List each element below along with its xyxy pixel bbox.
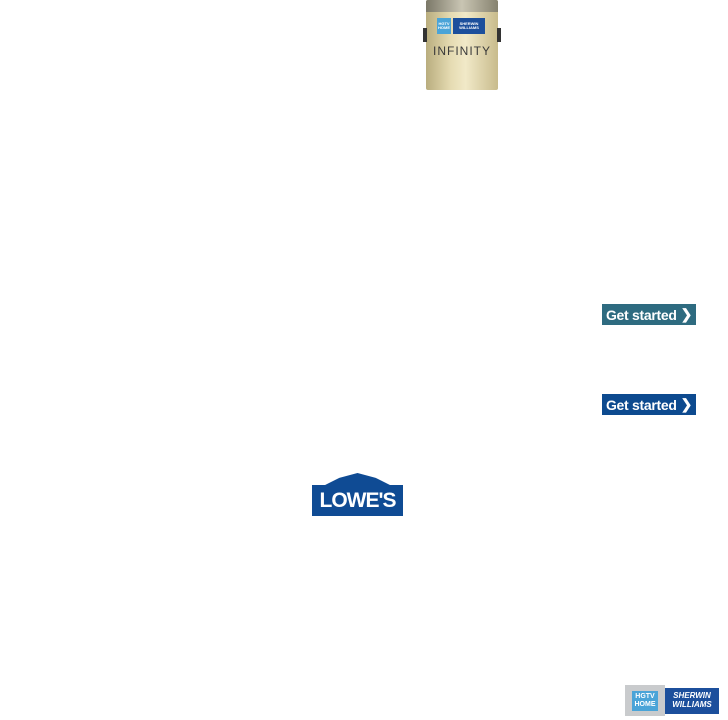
paint-can-image: HGTV HOME SHERWIN WILLIAMS INFINITY (423, 0, 501, 90)
sherwin-williams-mark: SHERWIN WILLIAMS (665, 688, 719, 714)
hgtv-home-mark: HGTV HOME (632, 691, 658, 711)
sherwin-williams-badge: SHERWIN WILLIAMS (453, 18, 485, 34)
product-name: INFINITY (433, 44, 491, 58)
lowes-logo[interactable]: LOWE'S (312, 473, 403, 516)
button-label: Get started (605, 396, 677, 413)
hgtv-sherwin-williams-logo: HGTV HOME SHERWIN WILLIAMS (625, 685, 719, 716)
handle-left (423, 28, 427, 42)
get-started-button-1[interactable]: Get started ❯ (602, 304, 696, 325)
get-started-button-2[interactable]: Get started ❯ (602, 394, 696, 415)
chevron-right-icon: ❯ (680, 396, 693, 412)
paint-can-lid (426, 0, 498, 12)
button-label: Get started (605, 306, 677, 323)
handle-right (497, 28, 501, 42)
lowes-wordmark: LOWE'S (312, 485, 403, 516)
chevron-right-icon: ❯ (680, 306, 693, 322)
hgtv-home-badge: HGTV HOME (437, 18, 451, 34)
